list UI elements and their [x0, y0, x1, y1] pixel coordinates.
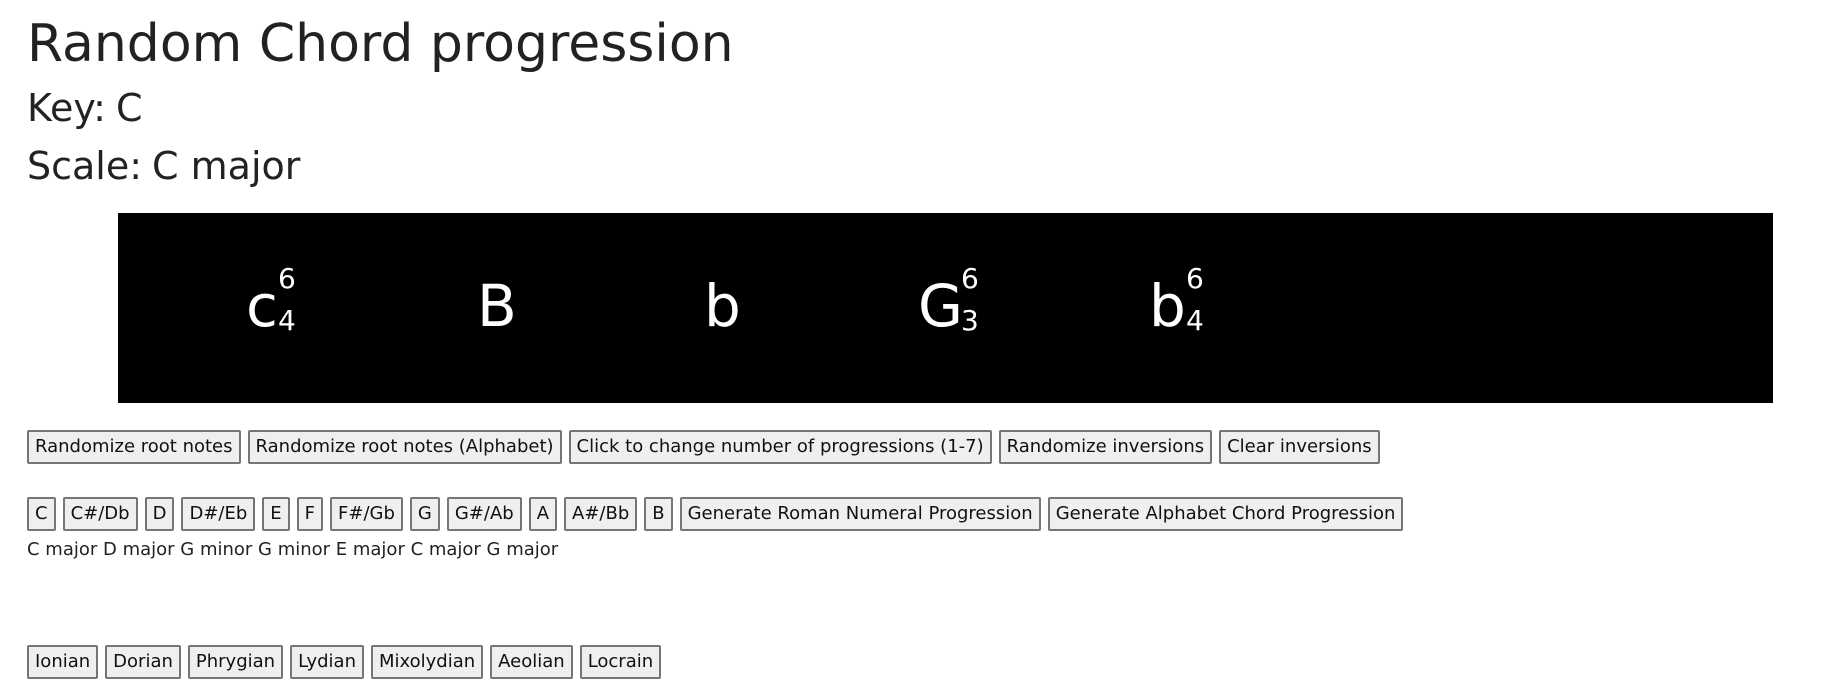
randomize-root-notes-alphabet-button[interactable]: Randomize root notes (Alphabet)	[247, 430, 562, 464]
key-value: C	[115, 86, 143, 130]
mode-button-phrygian[interactable]: Phrygian	[187, 645, 284, 679]
change-progression-count-button[interactable]: Click to change number of progressions (…	[568, 430, 992, 464]
mode-button-ionian[interactable]: Ionian	[27, 645, 99, 679]
scale-value: C major	[152, 144, 301, 188]
chord-inversion-upper: 6	[961, 262, 979, 295]
chord-root: c	[246, 272, 278, 340]
key-button-g-sharp[interactable]: G#/Ab	[446, 497, 522, 531]
mode-button-lydian[interactable]: Lydian	[290, 645, 364, 679]
key-button-c-sharp[interactable]: C#/Db	[62, 497, 138, 531]
chord-3: b	[704, 213, 864, 403]
chord-root: b	[1149, 272, 1186, 340]
chord-inversion-upper: 6	[1186, 262, 1204, 295]
scale-label: Scale:	[27, 144, 143, 188]
chord-inversion-lower: 3	[961, 304, 979, 337]
randomize-inversions-button[interactable]: Randomize inversions	[998, 430, 1213, 464]
key-button-b[interactable]: B	[644, 497, 673, 531]
key-button-d[interactable]: D	[144, 497, 175, 531]
key-button-e[interactable]: E	[262, 497, 290, 531]
key-label: Key:	[27, 86, 106, 130]
key-button-a[interactable]: A	[528, 497, 558, 531]
page: Random Chord progression Key: C Scale: C m…	[0, 0, 1837, 688]
chord-root: b	[704, 272, 741, 340]
randomize-root-notes-button[interactable]: Randomize root notes	[27, 430, 241, 464]
key-button-f[interactable]: F	[296, 497, 324, 531]
chord-inversion-lower: 4	[1186, 304, 1204, 337]
chord-root: G	[918, 272, 963, 340]
clear-inversions-button[interactable]: Clear inversions	[1219, 430, 1380, 464]
chord-1: c 6 4	[246, 213, 406, 403]
page-title: Random Chord progression	[27, 14, 734, 74]
mode-button-locrain[interactable]: Locrain	[579, 645, 662, 679]
chord-5: b 6 4	[1149, 213, 1309, 403]
key-button-c[interactable]: C	[27, 497, 56, 531]
chord-inversion-lower: 4	[278, 304, 296, 337]
mode-buttons: Ionian Dorian Phrygian Lydian Mixolydian…	[27, 645, 668, 679]
chord-2: B	[477, 213, 637, 403]
generate-alphabet-chord-button[interactable]: Generate Alphabet Chord Progression	[1047, 497, 1404, 531]
control-buttons: Randomize root notes Randomize root note…	[27, 430, 1387, 464]
chord-4: G 6 3	[918, 213, 1078, 403]
mode-button-mixolydian[interactable]: Mixolydian	[370, 645, 484, 679]
chord-display: c 6 4 B b G 6 3 b 6 4	[118, 213, 1773, 403]
mode-button-dorian[interactable]: Dorian	[105, 645, 181, 679]
key-button-a-sharp[interactable]: A#/Bb	[564, 497, 638, 531]
key-button-f-sharp[interactable]: F#/Gb	[330, 497, 403, 531]
progression-text: C major D major G minor G minor E major …	[27, 539, 559, 560]
key-button-d-sharp[interactable]: D#/Eb	[181, 497, 256, 531]
scale-line: Scale: C major	[27, 140, 300, 192]
mode-button-aeolian[interactable]: Aeolian	[490, 645, 573, 679]
chord-root: B	[477, 272, 517, 340]
key-buttons: C C#/Db D D#/Eb E F F#/Gb G G#/Ab A A#/B…	[27, 497, 1410, 531]
generate-roman-numeral-button[interactable]: Generate Roman Numeral Progression	[679, 497, 1041, 531]
key-button-g[interactable]: G	[409, 497, 440, 531]
key-line: Key: C	[27, 82, 142, 134]
chord-inversion-upper: 6	[278, 262, 296, 295]
